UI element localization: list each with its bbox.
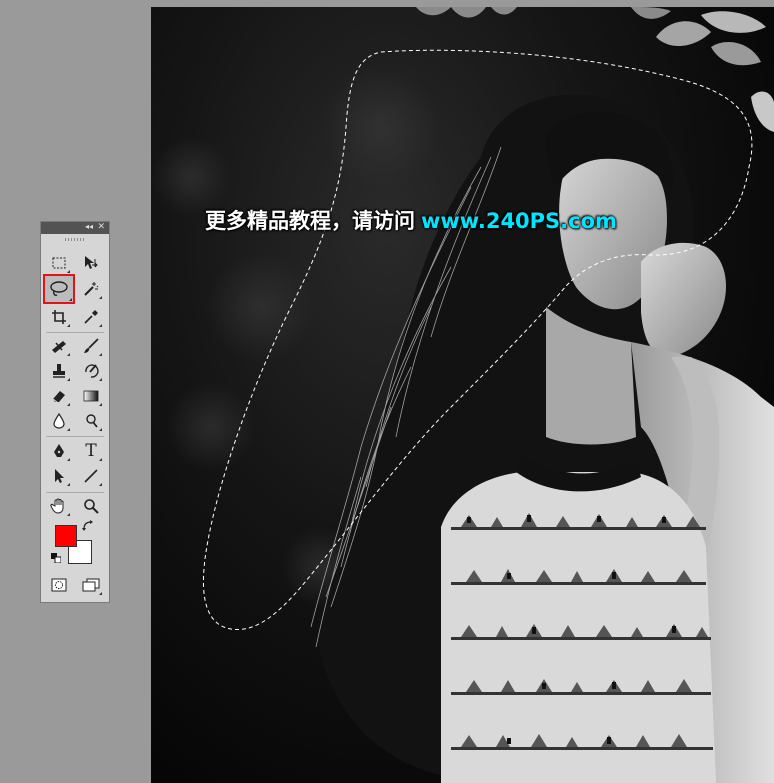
tools-separator — [46, 332, 104, 333]
foreground-color-swatch[interactable] — [55, 525, 77, 547]
healing-brush-tool[interactable] — [47, 335, 71, 357]
move-tool-icon — [85, 256, 98, 269]
lasso-tool-icon — [50, 281, 68, 296]
blur-tool[interactable] — [47, 410, 71, 432]
pen-tool-icon — [54, 444, 64, 457]
clone-stamp-icon — [53, 364, 65, 378]
crop-tool-icon — [52, 310, 66, 324]
quick-mask-button[interactable] — [47, 574, 71, 596]
line-tool[interactable] — [79, 465, 103, 487]
screen-mode-button[interactable] — [79, 574, 103, 596]
default-colors-button[interactable] — [50, 552, 62, 564]
clone-stamp-tool[interactable] — [47, 360, 71, 382]
hand-tool-icon — [50, 498, 64, 514]
rectangular-marquee-tool[interactable] — [47, 252, 71, 274]
lasso-tool[interactable] — [43, 274, 75, 304]
blur-tool-icon — [53, 413, 65, 429]
history-brush-icon — [85, 364, 99, 378]
watermark-text: 更多精品教程，请访问 www.240PS.com — [205, 205, 617, 235]
gradient-tool-icon — [83, 390, 99, 402]
crop-tool[interactable] — [47, 306, 71, 328]
screen-mode-icon — [82, 578, 100, 592]
tools-separator — [46, 436, 104, 437]
gradient-tool[interactable] — [79, 385, 103, 407]
document-canvas[interactable]: 更多精品教程，请访问 www.240PS.com — [151, 7, 774, 783]
zoom-tool-icon — [84, 499, 99, 514]
healing-brush-icon — [52, 341, 66, 353]
close-icon[interactable]: ✕ — [97, 221, 105, 233]
eraser-icon — [52, 391, 65, 403]
path-selection-tool[interactable] — [47, 465, 71, 487]
quick-mask-icon — [51, 578, 67, 592]
swap-colors-button[interactable] — [81, 519, 95, 533]
dodge-tool[interactable] — [79, 410, 103, 432]
brush-tool[interactable] — [79, 335, 103, 357]
path-selection-icon — [55, 469, 64, 483]
watermark-url: www.240PS.com — [421, 209, 617, 233]
photo-girl-image — [151, 7, 774, 783]
zoom-tool[interactable] — [79, 495, 103, 517]
move-tool[interactable] — [79, 252, 103, 274]
hand-tool[interactable] — [47, 495, 71, 517]
eyedropper-tool[interactable] — [79, 306, 103, 328]
magic-wand-icon — [84, 282, 99, 296]
dodge-tool-icon — [86, 414, 98, 428]
panel-grip[interactable] — [65, 238, 85, 241]
watermark-chinese: 更多精品教程，请访问 — [205, 209, 415, 233]
history-brush-tool[interactable] — [79, 360, 103, 382]
pen-tool[interactable] — [47, 440, 71, 462]
rectangular-marquee-icon — [52, 257, 66, 269]
tools-separator — [46, 492, 104, 493]
type-tool-icon: T — [85, 441, 97, 461]
type-tool[interactable]: T — [79, 440, 103, 462]
eraser-tool[interactable] — [47, 385, 71, 407]
magic-wand-tool[interactable] — [79, 278, 103, 300]
default-colors-icon — [51, 553, 61, 563]
tools-panel: ◂◂ ✕ T — [40, 221, 110, 603]
brush-tool-icon — [84, 338, 99, 353]
swap-arrows-icon — [82, 520, 93, 531]
collapse-icon[interactable]: ◂◂ — [85, 221, 93, 233]
tools-panel-titlebar[interactable]: ◂◂ ✕ — [41, 222, 109, 234]
line-tool-icon — [84, 469, 98, 483]
eyedropper-icon — [84, 310, 98, 324]
